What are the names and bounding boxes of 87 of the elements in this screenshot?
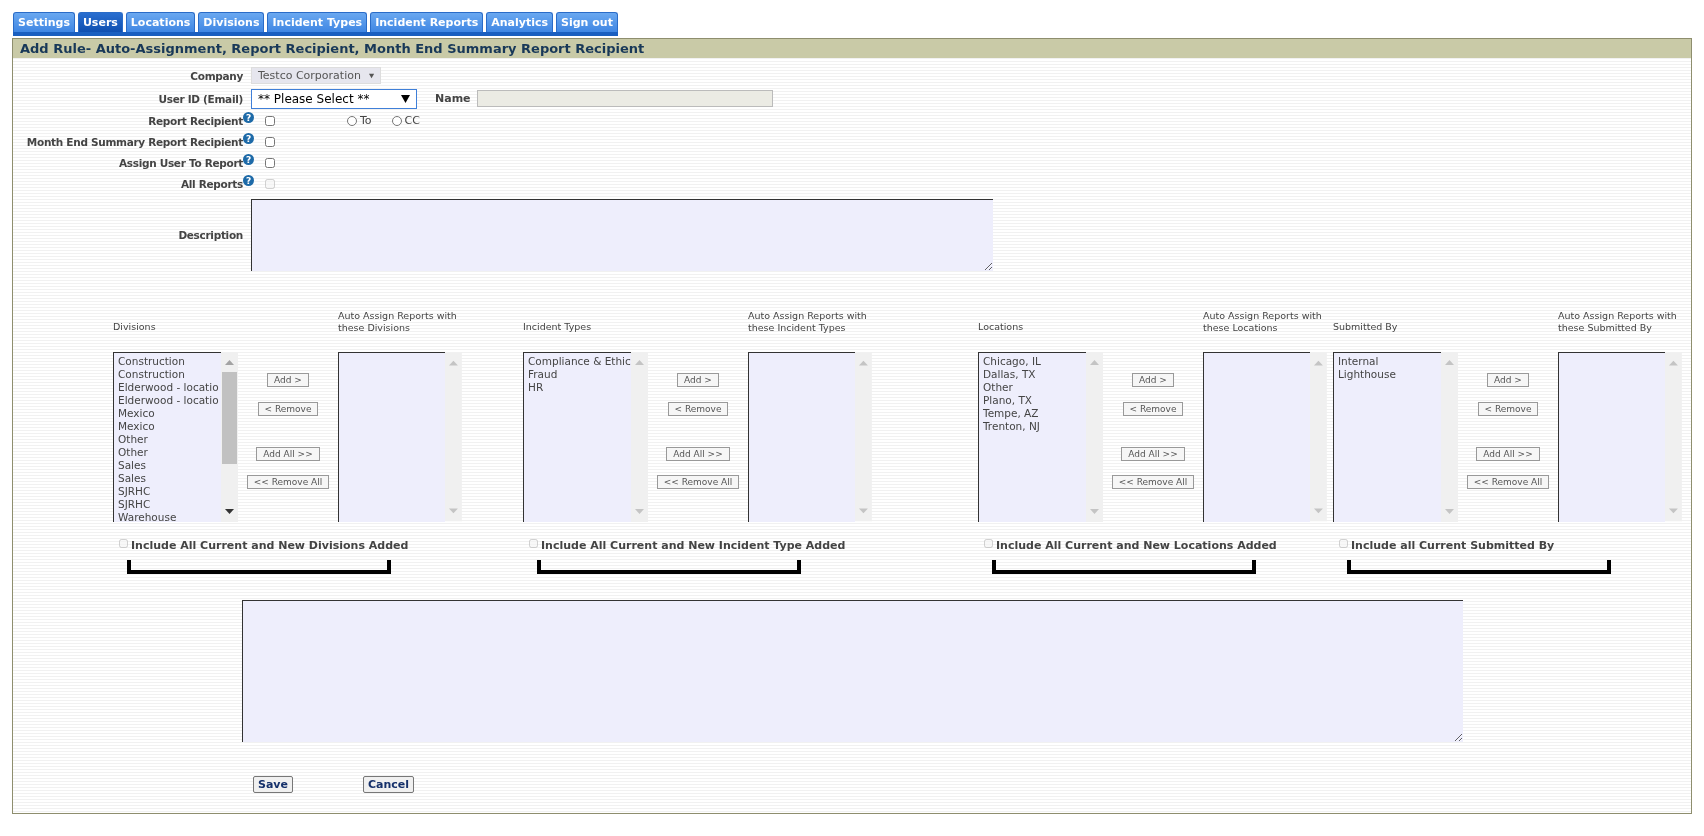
checkbox[interactable] (265, 115, 275, 126)
source-listbox[interactable]: Compliance & Ethic Fraud HR (523, 352, 631, 522)
target-listbox[interactable] (748, 352, 856, 522)
action-button[interactable]: Save (253, 776, 293, 793)
checkbox-label: Include All Current and New Incident Type Added (541, 539, 846, 552)
list-item[interactable]: Chicago, IL (983, 355, 1082, 368)
move-button[interactable]: Add > (1487, 373, 1529, 387)
field-label: Description (177, 229, 243, 241)
list-item[interactable]: Trenton, NJ (983, 420, 1082, 433)
source-listbox[interactable]: Chicago, IL Dallas, TX Other Plano, TX Tempe, AZ Trenton, NJ (978, 352, 1086, 522)
move-button[interactable]: < Remove (667, 402, 729, 416)
list-item[interactable]: SJRHC (118, 498, 217, 511)
radio-button[interactable] (391, 115, 402, 126)
move-button[interactable]: << Remove All (1111, 475, 1195, 489)
field-label: User ID (Email) (157, 92, 243, 105)
target-listbox[interactable] (1203, 352, 1311, 522)
move-button[interactable]: < Remove (1477, 402, 1539, 416)
field-label: Name (435, 92, 471, 105)
list-item[interactable]: Warehouse (118, 511, 217, 522)
list-item[interactable]: Plano, TX (983, 394, 1082, 407)
list-item[interactable]: Lighthouse (1338, 368, 1437, 381)
help-icon[interactable]: ? (243, 133, 254, 144)
move-button[interactable]: Add All >> (1121, 447, 1185, 461)
checkbox[interactable] (265, 136, 275, 147)
list-item[interactable]: Sales (118, 459, 217, 472)
list-item[interactable]: Elderwood - locatio (118, 381, 217, 394)
list-label: Incident Types (523, 321, 593, 333)
list-item[interactable]: Other (118, 433, 217, 446)
caret-icon (401, 94, 410, 103)
list-item[interactable]: Mexico (118, 420, 217, 433)
source-listbox[interactable]: Construction Construction Elderwood - locatio Elderwood - locatio Mexico Mexico Other Other Sales Sales SJRHC SJRHC Warehouse (113, 352, 221, 522)
list-item[interactable]: SJRHC (118, 485, 217, 498)
field-label: All Reports (179, 177, 243, 190)
move-button[interactable]: < Remove (1122, 402, 1184, 416)
nav-tab[interactable]: Users (77, 12, 123, 32)
action-button[interactable]: Cancel (363, 776, 415, 793)
checkbox-label: Include all Current Submitted By (1351, 539, 1555, 552)
list-item[interactable]: HR (528, 381, 627, 394)
checkbox-label: Include All Current and New Locations Added (996, 539, 1277, 552)
move-button[interactable]: << Remove All (656, 475, 740, 489)
checkbox[interactable] (265, 157, 275, 168)
move-button[interactable]: << Remove All (1466, 475, 1550, 489)
description-field[interactable] (251, 199, 993, 271)
move-button[interactable]: < Remove (257, 402, 319, 416)
radio-label: CC (404, 114, 420, 127)
notes-field[interactable] (242, 600, 1463, 742)
radio-label: To (360, 114, 372, 127)
move-button[interactable]: Add All >> (256, 447, 320, 461)
field-label: Month End Summary Report Recipient (25, 135, 243, 148)
list-item[interactable]: Internal (1338, 355, 1437, 368)
target-listbox[interactable] (338, 352, 446, 522)
move-button[interactable]: << Remove All (246, 475, 330, 489)
radio-button[interactable] (347, 115, 357, 126)
move-button[interactable]: Add > (677, 373, 719, 387)
list-item[interactable]: Construction (118, 368, 217, 381)
caret-icon (368, 71, 374, 80)
source-listbox[interactable]: Internal Lighthouse (1333, 352, 1441, 522)
field-label: Company (189, 69, 243, 82)
list-item[interactable]: Other (983, 381, 1082, 394)
list-label: Divisions (113, 321, 157, 333)
target-listbox[interactable] (1558, 352, 1666, 522)
list-label: Submitted By (1333, 321, 1399, 333)
list-item[interactable]: Mexico (118, 407, 217, 420)
list-label: Auto Assign Reports with these Locations (1203, 310, 1323, 334)
help-icon[interactable]: ? (243, 154, 254, 165)
move-button[interactable]: Add All >> (1476, 447, 1540, 461)
company-dropdown[interactable]: Testco Corporation (251, 67, 381, 84)
list-label: Auto Assign Reports with these Divisions (338, 310, 458, 334)
list-item[interactable]: Dallas, TX (983, 368, 1082, 381)
list-label: Auto Assign Reports with these Submitted By (1558, 310, 1678, 334)
move-button[interactable]: Add > (267, 373, 309, 387)
list-item[interactable]: Construction (118, 355, 217, 368)
list-item[interactable]: Tempe, AZ (983, 407, 1082, 420)
panel-title: Add Rule- Auto-Assignment, Report Recipient, Month End Summary Report Recipient (13, 38, 1691, 58)
move-button[interactable]: Add All >> (666, 447, 730, 461)
list-label: Locations (978, 321, 1025, 333)
field-label: Report Recipient (147, 114, 243, 127)
field-label: Assign User To Report (117, 156, 243, 169)
list-item[interactable]: Elderwood - locatio (118, 394, 217, 407)
list-item[interactable]: Other (118, 446, 217, 459)
list-item[interactable]: Sales (118, 472, 217, 485)
list-item[interactable]: Fraud (528, 368, 627, 381)
move-button[interactable]: Add > (1132, 373, 1174, 387)
help-icon[interactable]: ? (243, 112, 254, 123)
checkbox-label: Include All Current and New Divisions Added (131, 539, 409, 552)
list-label: Auto Assign Reports with these Incident Types (748, 310, 868, 334)
user-id-dropdown[interactable]: ** Please Select ** (251, 88, 417, 109)
